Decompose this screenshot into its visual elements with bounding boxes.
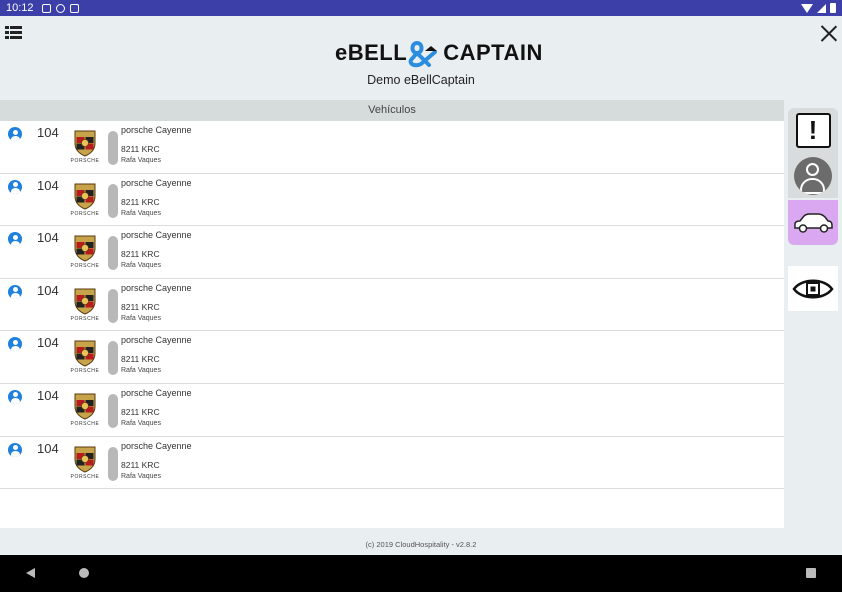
app-header: eBELL CAPTAIN Demo eBellCaptain bbox=[0, 16, 842, 100]
logo-text-left: eBELL bbox=[335, 40, 408, 65]
user-icon[interactable] bbox=[8, 127, 22, 141]
vehicle-driver: Rafa Vaques bbox=[121, 157, 161, 164]
vehicle-driver: Rafa Vaques bbox=[121, 262, 161, 270]
vehicle-row[interactable]: 104 PORSCHE porsche Cayenne 8211 KRC Raf… bbox=[0, 436, 784, 490]
porsche-logo-icon: PORSCHE bbox=[71, 183, 100, 216]
user-icon[interactable] bbox=[8, 337, 22, 352]
vehicle-model: porsche Cayenne bbox=[121, 335, 192, 346]
vehicle-plate: 8211 KRC bbox=[121, 249, 160, 260]
porsche-logo-icon: PORSCHE bbox=[71, 288, 100, 321]
vehicle-model: porsche Cayenne bbox=[121, 282, 192, 293]
user-icon[interactable] bbox=[8, 389, 22, 404]
notification-icon bbox=[41, 3, 51, 13]
back-icon[interactable] bbox=[26, 568, 35, 578]
brand-name: PORSCHE bbox=[71, 474, 100, 479]
brand-name: PORSCHE bbox=[71, 421, 100, 426]
status-bar-indicator bbox=[108, 446, 118, 481]
vehicle-model: porsche Cayenne bbox=[121, 125, 192, 135]
porsche-logo-icon: PORSCHE bbox=[71, 446, 100, 479]
eye-icon bbox=[792, 279, 834, 298]
page-subtitle: Demo eBellCaptain bbox=[367, 73, 475, 87]
logo-text-right: CAPTAIN bbox=[443, 40, 543, 65]
brand-name: PORSCHE bbox=[71, 211, 100, 216]
home-icon[interactable] bbox=[79, 568, 89, 578]
vehicle-row[interactable]: 104 PORSCHE porsche Cayenne 8211 KRC Raf… bbox=[0, 173, 784, 227]
vehicle-plate: 8211 KRC bbox=[121, 354, 160, 365]
vehicle-row[interactable]: 104 PORSCHE porsche Cayenne 8211 KRC Raf… bbox=[0, 121, 784, 174]
vehicle-list-panel: Vehículos 104 PORSCHE porsche Cayenne 82… bbox=[0, 100, 784, 528]
status-bar-indicator bbox=[108, 341, 118, 376]
vehicles-button[interactable] bbox=[788, 200, 838, 245]
porsche-logo-icon: PORSCHE bbox=[71, 393, 100, 426]
vehicle-number: 104 bbox=[37, 387, 59, 403]
vehicle-plate: 8211 KRC bbox=[121, 406, 160, 417]
brand-name: PORSCHE bbox=[71, 158, 100, 163]
list-menu-icon[interactable] bbox=[5, 26, 22, 39]
user-icon[interactable] bbox=[8, 284, 22, 299]
porsche-logo-icon: PORSCHE bbox=[71, 340, 100, 373]
vehicle-row[interactable]: 104 PORSCHE porsche Cayenne 8211 KRC Raf… bbox=[0, 331, 784, 384]
vehicle-plate: 8211 KRC bbox=[121, 196, 160, 207]
vehicle-plate: 8211 KRC bbox=[121, 144, 160, 154]
vehicle-row[interactable]: 104 PORSCHE porsche Cayenne 8211 KRC Raf… bbox=[0, 383, 784, 437]
vehicle-row[interactable]: 104 PORSCHE porsche Cayenne 8211 KRC Raf… bbox=[0, 226, 784, 279]
status-bar-indicator bbox=[108, 393, 118, 428]
wifi-icon bbox=[801, 3, 813, 13]
vehicle-number: 104 bbox=[37, 177, 59, 193]
vehicle-number: 104 bbox=[37, 440, 59, 456]
brand-name: PORSCHE bbox=[71, 316, 100, 321]
alert-icon: ! bbox=[795, 113, 831, 148]
status-bar-indicator bbox=[108, 236, 118, 271]
vehicle-model: porsche Cayenne bbox=[121, 230, 192, 241]
vehicle-number: 104 bbox=[37, 230, 59, 246]
battery-icon bbox=[830, 3, 836, 13]
vehicle-number: 104 bbox=[37, 282, 59, 298]
vehicle-driver: Rafa Vaques bbox=[121, 472, 161, 480]
vehicle-model: porsche Cayenne bbox=[121, 387, 192, 398]
porsche-logo-icon: PORSCHE bbox=[71, 235, 100, 268]
vehicle-driver: Rafa Vaques bbox=[121, 209, 161, 217]
footer: (c) 2019 CloudHospitality - v2.8.2 bbox=[0, 528, 842, 555]
vehicle-model: porsche Cayenne bbox=[121, 177, 192, 188]
brand-name: PORSCHE bbox=[71, 368, 100, 373]
vehicle-plate: 8211 KRC bbox=[121, 459, 160, 470]
location-pin-icon bbox=[408, 40, 438, 68]
vehicle-number: 104 bbox=[37, 335, 59, 351]
view-button[interactable] bbox=[788, 266, 838, 311]
close-icon[interactable] bbox=[820, 24, 838, 42]
users-button[interactable] bbox=[788, 153, 838, 198]
alert-symbol: ! bbox=[808, 115, 818, 145]
car-icon bbox=[794, 212, 833, 233]
recent-apps-icon[interactable] bbox=[806, 568, 816, 578]
section-title: Vehículos bbox=[0, 100, 784, 121]
vehicle-model: porsche Cayenne bbox=[121, 440, 192, 451]
vehicle-plate: 8211 KRC bbox=[121, 301, 160, 312]
vehicle-number: 104 bbox=[37, 125, 59, 140]
vehicle-driver: Rafa Vaques bbox=[121, 367, 161, 375]
app-notification-icon bbox=[55, 3, 65, 13]
status-bar-indicator bbox=[108, 183, 118, 218]
status-bar-indicator bbox=[108, 131, 118, 165]
system-nav-bar bbox=[0, 555, 842, 592]
vehicle-list: 104 PORSCHE porsche Cayenne 8211 KRC Raf… bbox=[0, 121, 784, 490]
brand-name: PORSCHE bbox=[71, 263, 100, 268]
user-icon[interactable] bbox=[8, 232, 22, 247]
alerts-button[interactable]: ! bbox=[788, 108, 838, 153]
sim-icon bbox=[69, 3, 79, 13]
status-bar: 10:12 bbox=[0, 0, 842, 16]
vehicle-row[interactable]: 104 PORSCHE porsche Cayenne 8211 KRC Raf… bbox=[0, 278, 784, 332]
person-icon bbox=[794, 156, 832, 195]
user-icon[interactable] bbox=[8, 442, 22, 457]
status-time: 10:12 bbox=[6, 2, 34, 14]
user-icon[interactable] bbox=[8, 179, 22, 194]
porsche-logo-icon: PORSCHE bbox=[71, 130, 100, 163]
status-bar-indicator bbox=[108, 288, 118, 323]
side-toolbar: ! bbox=[784, 100, 842, 528]
app-logo: eBELL CAPTAIN bbox=[335, 38, 545, 68]
signal-icon bbox=[817, 3, 826, 13]
vehicle-driver: Rafa Vaques bbox=[121, 314, 161, 322]
vehicle-driver: Rafa Vaques bbox=[121, 419, 161, 427]
